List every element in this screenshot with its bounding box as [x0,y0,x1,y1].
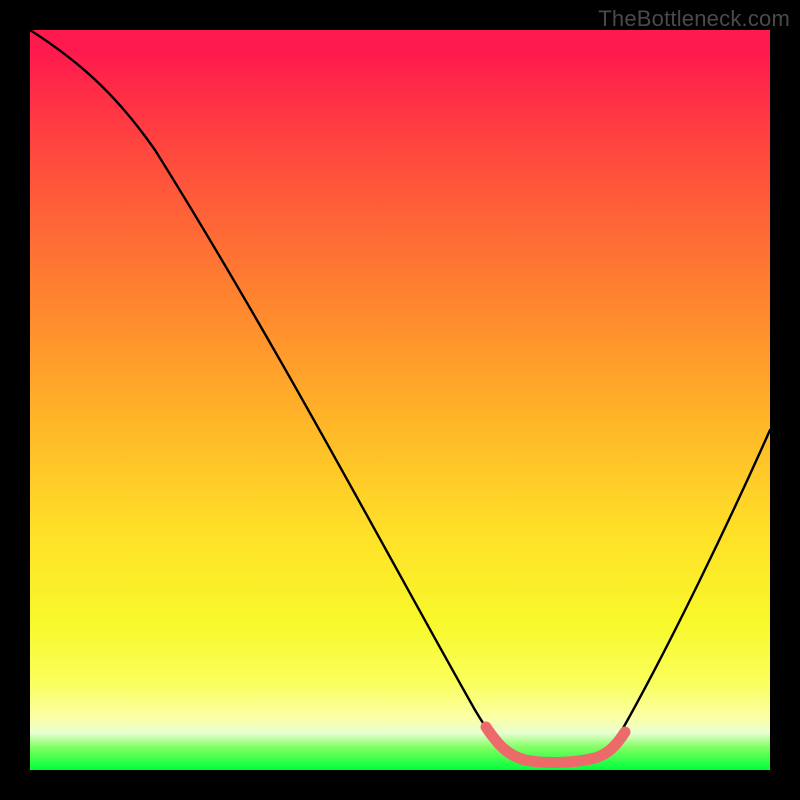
watermark-text: TheBottleneck.com [598,6,790,32]
outer-frame: TheBottleneck.com [0,0,800,800]
flat-min-segment [486,727,625,762]
curve-svg [30,30,770,770]
bottleneck-curve [30,30,770,762]
plot-area [30,30,770,770]
